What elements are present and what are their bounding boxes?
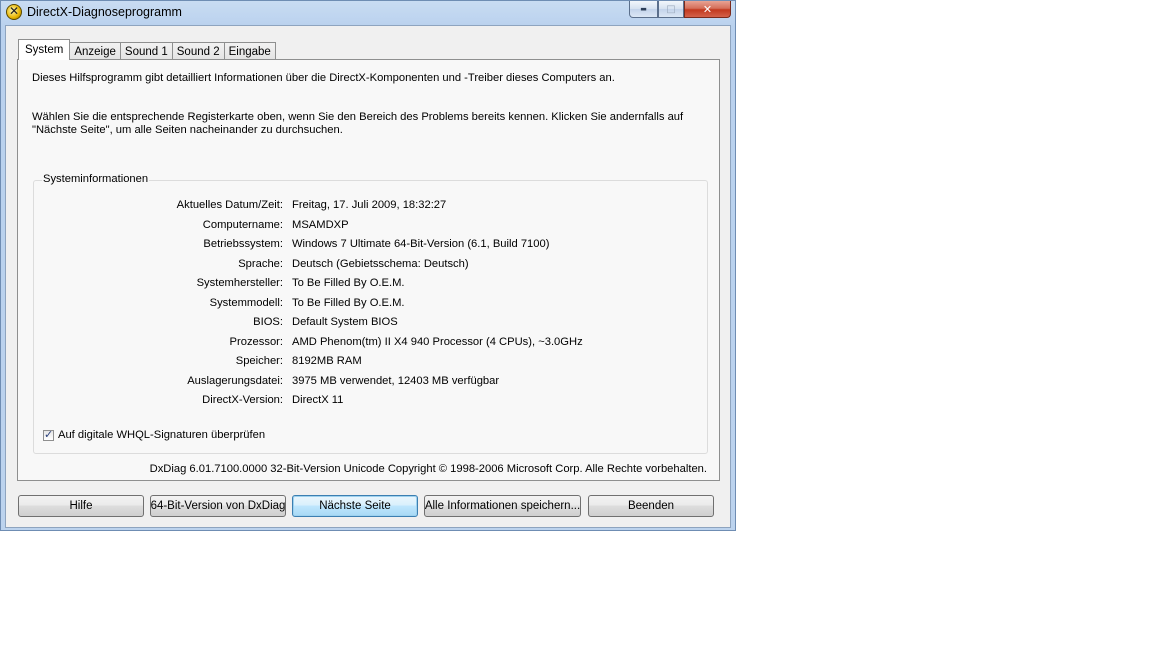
intro-text-2: Wählen Sie die entsprechende Registerkar…	[32, 111, 684, 136]
minimize-button[interactable]: ▬	[629, 1, 658, 18]
info-label: Prozessor:	[229, 335, 283, 348]
next-page-button[interactable]: Nächste Seite	[292, 495, 418, 517]
info-value: 3975 MB verwendet, 12403 MB verfügbar	[292, 374, 500, 387]
info-value: DirectX 11	[292, 394, 344, 406]
tab-panel-system: Dieses Hilfsprogramm gibt detailliert In…	[17, 59, 720, 481]
info-value: Windows 7 Ultimate 64-Bit-Version (6.1, …	[292, 238, 550, 250]
info-row-memory: Speicher: 8192MB RAM	[34, 355, 704, 369]
info-row-datetime: Aktuelles Datum/Zeit: Freitag, 17. Juli …	[34, 199, 704, 213]
info-row-directx-version: DirectX-Version: DirectX 11	[34, 394, 704, 408]
info-row-os: Betriebssystem: Windows 7 Ultimate 64-Bi…	[34, 238, 704, 252]
info-value: To Be Filled By O.E.M.	[292, 277, 405, 289]
info-value: MSAMDXP	[292, 218, 349, 231]
info-value: Deutsch (Gebietsschema: Deutsch)	[292, 257, 469, 270]
dxdiag-window: DirectX-Diagnoseprogramm ▬ □ ✕ System An…	[0, 0, 736, 531]
close-icon: ✕	[702, 2, 713, 16]
intro-text-1: Dieses Hilfsprogramm gibt detailliert In…	[32, 72, 615, 84]
info-row-manufacturer: Systemhersteller: To Be Filled By O.E.M.	[34, 277, 704, 291]
tab-sound-2[interactable]: Sound 2	[171, 42, 225, 60]
info-label: Speicher:	[235, 355, 283, 367]
info-row-computername: Computername: MSAMDXP	[34, 219, 704, 233]
whql-checkbox[interactable]	[43, 428, 54, 441]
info-value: AMD Phenom(tm) II X4 940 Processor (4 CP…	[292, 335, 583, 348]
tab-anzeige[interactable]: Anzeige	[69, 42, 121, 60]
info-label: DirectX-Version:	[202, 394, 283, 406]
tab-eingabe[interactable]: Eingabe	[223, 42, 276, 60]
info-row-pagefile: Auslagerungsdatei: 3975 MB verwendet, 12…	[34, 375, 704, 389]
info-value: Freitag, 17. Juli 2009, 18:32:27	[292, 199, 447, 211]
info-row-processor: Prozessor: AMD Phenom(tm) II X4 940 Proc…	[34, 336, 704, 350]
system-info-legend: Systeminformationen	[42, 173, 150, 185]
info-label: Sprache:	[238, 257, 283, 270]
maximize-button[interactable]: □	[658, 1, 684, 18]
info-value: Default System BIOS	[292, 316, 398, 328]
whql-checkbox-label: Auf digitale WHQL-Signaturen überprüfen	[58, 429, 266, 441]
info-value: To Be Filled By O.E.M.	[292, 296, 405, 309]
info-value: 8192MB RAM	[292, 355, 362, 367]
tab-sound-1[interactable]: Sound 1	[119, 42, 173, 60]
tab-strip: System Anzeige Sound 1 Sound 2 Eingabe	[18, 39, 276, 60]
title-bar[interactable]: DirectX-Diagnoseprogramm ▬ □ ✕	[1, 1, 735, 25]
info-label: Betriebssystem:	[203, 238, 283, 250]
system-info-group: Systeminformationen Aktuelles Datum/Zeit…	[33, 173, 708, 454]
info-label: BIOS:	[253, 316, 283, 328]
dialog-client-area: System Anzeige Sound 1 Sound 2 Eingabe D…	[5, 25, 731, 528]
close-button[interactable]: ✕	[684, 1, 731, 18]
info-label: Systemhersteller:	[196, 277, 283, 289]
maximize-icon: □	[666, 3, 676, 15]
save-all-info-button[interactable]: Alle Informationen speichern...	[424, 495, 581, 517]
info-label: Systemmodell:	[209, 296, 283, 309]
minimize-icon: ▬	[640, 5, 647, 13]
window-title: DirectX-Diagnoseprogramm	[27, 5, 182, 19]
copyright-text: DxDiag 6.01.7100.0000 32-Bit-Version Uni…	[149, 463, 707, 475]
tab-system[interactable]: System	[18, 39, 71, 60]
info-label: Computername:	[202, 218, 283, 231]
info-row-bios: BIOS: Default System BIOS	[34, 316, 704, 330]
info-row-language: Sprache: Deutsch (Gebietsschema: Deutsch…	[34, 258, 704, 272]
64-bit-dxdiag-button[interactable]: 64-Bit-Version von DxDiag	[150, 495, 286, 517]
exit-button[interactable]: Beenden	[588, 495, 714, 517]
whql-checkbox-row[interactable]: Auf digitale WHQL-Signaturen überprüfen	[43, 428, 266, 441]
info-label: Aktuelles Datum/Zeit:	[176, 199, 283, 211]
info-label: Auslagerungsdatei:	[187, 374, 283, 387]
info-row-model: Systemmodell: To Be Filled By O.E.M.	[34, 297, 704, 311]
help-button[interactable]: Hilfe	[18, 495, 144, 517]
directx-icon	[6, 4, 22, 20]
